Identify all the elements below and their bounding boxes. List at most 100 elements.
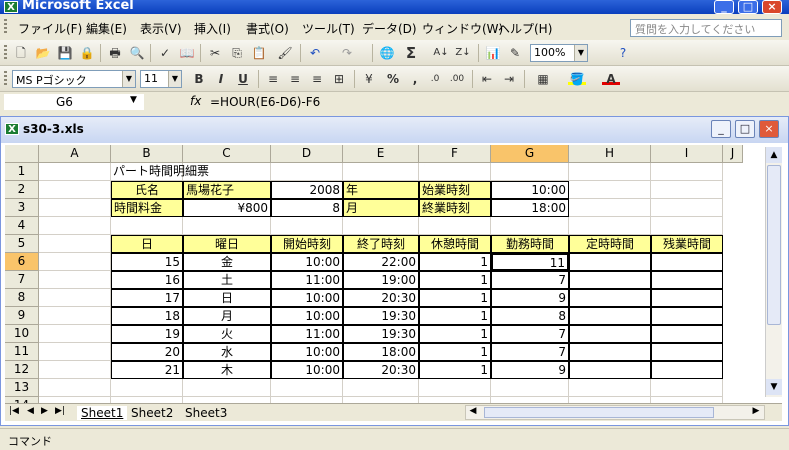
vertical-scroll-thumb[interactable]	[767, 165, 781, 325]
grid-cell[interactable]	[39, 361, 111, 379]
grid-cell[interactable]	[39, 199, 111, 217]
table-data-cell[interactable]: 1	[419, 289, 491, 307]
bold-button[interactable]: B	[190, 70, 208, 88]
grid-cell[interactable]	[419, 379, 491, 397]
table-data-cell[interactable]: 15	[111, 253, 183, 271]
column-header-b[interactable]: B	[111, 145, 183, 163]
grid-cell[interactable]	[651, 163, 723, 181]
table-data-cell[interactable]: 日	[183, 289, 271, 307]
table-data-cell[interactable]: 9	[491, 361, 569, 379]
table-data-cell[interactable]: 20:30	[343, 361, 419, 379]
table-data-cell[interactable]	[569, 271, 651, 289]
menu-help[interactable]: ヘルプ(H)	[498, 20, 552, 37]
table-data-cell[interactable]: 19:30	[343, 325, 419, 343]
font-name-select[interactable]: MS Pゴシック ▼	[12, 70, 136, 88]
sort-ascending-icon[interactable]: A↓	[432, 44, 450, 62]
grid-cell[interactable]	[419, 163, 491, 181]
table-data-cell[interactable]: 10:00	[271, 361, 343, 379]
menu-tools[interactable]: ツール(T)	[302, 20, 355, 37]
borders-icon[interactable]: ▦	[534, 70, 552, 88]
tab-nav-next-icon[interactable]: ▶	[41, 406, 48, 416]
table-data-cell[interactable]: 10:00	[271, 253, 343, 271]
table-data-cell[interactable]: 18:00	[343, 343, 419, 361]
column-header-a[interactable]: A	[39, 145, 111, 163]
column-header-f[interactable]: F	[419, 145, 491, 163]
cell-d2[interactable]: 2008	[271, 181, 343, 199]
table-data-cell[interactable]: 11:00	[271, 271, 343, 289]
zoom-select[interactable]: 100% ▼	[530, 44, 588, 62]
table-data-cell[interactable]	[569, 307, 651, 325]
table-header-cell[interactable]: 休憩時間	[419, 235, 491, 253]
cell-f2[interactable]: 始業時刻	[419, 181, 491, 199]
tab-sheet1[interactable]: Sheet1	[77, 406, 128, 420]
tab-sheet3[interactable]: Sheet3	[185, 406, 227, 420]
column-header-e[interactable]: E	[343, 145, 419, 163]
table-data-cell[interactable]: 水	[183, 343, 271, 361]
autosum-icon[interactable]: Σ	[402, 44, 420, 62]
table-data-cell[interactable]	[651, 253, 723, 271]
menu-file[interactable]: ファイル(F)	[18, 20, 82, 37]
grid-cell[interactable]	[183, 379, 271, 397]
toolbar-grip[interactable]	[4, 19, 7, 35]
table-data-cell[interactable]: 7	[491, 325, 569, 343]
chart-wizard-icon[interactable]: 📊	[484, 44, 502, 62]
table-data-cell[interactable]: 10:00	[271, 289, 343, 307]
table-data-cell[interactable]	[569, 253, 651, 271]
print-preview-icon[interactable]: 🔍	[128, 44, 146, 62]
column-header-c[interactable]: C	[183, 145, 271, 163]
font-color-icon[interactable]: A	[602, 70, 620, 86]
chevron-down-icon[interactable]: ▼	[130, 95, 137, 105]
menu-edit[interactable]: 編集(E)	[86, 20, 127, 37]
toolbar-grip[interactable]	[4, 45, 7, 61]
row-header-3[interactable]: 3	[5, 199, 39, 217]
table-data-cell[interactable]	[569, 343, 651, 361]
spelling-icon[interactable]: ✓	[156, 44, 174, 62]
horizontal-scrollbar[interactable]: ◀ ▶	[465, 405, 765, 420]
grid-cell[interactable]	[39, 181, 111, 199]
scroll-left-icon[interactable]: ◀	[466, 406, 480, 419]
save-icon[interactable]: 💾	[56, 44, 74, 62]
row-header-6[interactable]: 6	[5, 253, 39, 271]
hyperlink-icon[interactable]: 🌐	[378, 44, 396, 62]
table-header-cell[interactable]: 曜日	[183, 235, 271, 253]
table-data-cell[interactable]: 10:00	[271, 343, 343, 361]
paste-icon[interactable]: 📋	[250, 44, 268, 62]
row-header-1[interactable]: 1	[5, 163, 39, 181]
scroll-up-icon[interactable]: ▲	[766, 147, 782, 163]
grid-cell[interactable]	[271, 379, 343, 397]
percent-button[interactable]: %	[384, 70, 402, 88]
decrease-decimal-icon[interactable]: .00	[448, 70, 466, 88]
align-left-icon[interactable]: ≡	[264, 70, 282, 88]
column-header-d[interactable]: D	[271, 145, 343, 163]
research-icon[interactable]: 📖	[178, 44, 196, 62]
scroll-down-icon[interactable]: ▼	[766, 379, 782, 395]
table-data-cell[interactable]	[569, 325, 651, 343]
row-header-13[interactable]: 13	[5, 379, 39, 397]
grid-cell[interactable]	[343, 379, 419, 397]
row-header-7[interactable]: 7	[5, 271, 39, 289]
cell-b1[interactable]: パート時間明細票	[111, 163, 271, 181]
tab-nav-first-icon[interactable]: |◀	[9, 406, 19, 416]
tab-nav-last-icon[interactable]: ▶|	[55, 406, 65, 416]
tab-nav-prev-icon[interactable]: ◀	[27, 406, 34, 416]
row-header-10[interactable]: 10	[5, 325, 39, 343]
table-header-cell[interactable]: 開始時刻	[271, 235, 343, 253]
cell-b3[interactable]: 時間料金	[111, 199, 183, 217]
grid-cell[interactable]	[271, 163, 343, 181]
decrease-indent-icon[interactable]: ⇤	[478, 70, 496, 88]
formula-input[interactable]: =HOUR(E6-D6)-F6	[210, 94, 320, 110]
horizontal-scroll-thumb[interactable]	[484, 407, 714, 418]
table-header-cell[interactable]: 定時時間	[569, 235, 651, 253]
italic-button[interactable]: I	[212, 70, 230, 88]
grid-cell[interactable]	[183, 217, 271, 235]
table-data-cell[interactable]: 1	[419, 361, 491, 379]
copy-icon[interactable]: ⎘	[228, 44, 246, 62]
grid-cell[interactable]	[491, 379, 569, 397]
table-data-cell[interactable]: 18	[111, 307, 183, 325]
table-header-cell[interactable]: 終了時刻	[343, 235, 419, 253]
grid-cell[interactable]	[651, 379, 723, 397]
table-data-cell[interactable]	[651, 343, 723, 361]
open-folder-icon[interactable]: 📂	[34, 44, 52, 62]
row-header-9[interactable]: 9	[5, 307, 39, 325]
print-icon[interactable]: 🖶	[106, 44, 124, 62]
